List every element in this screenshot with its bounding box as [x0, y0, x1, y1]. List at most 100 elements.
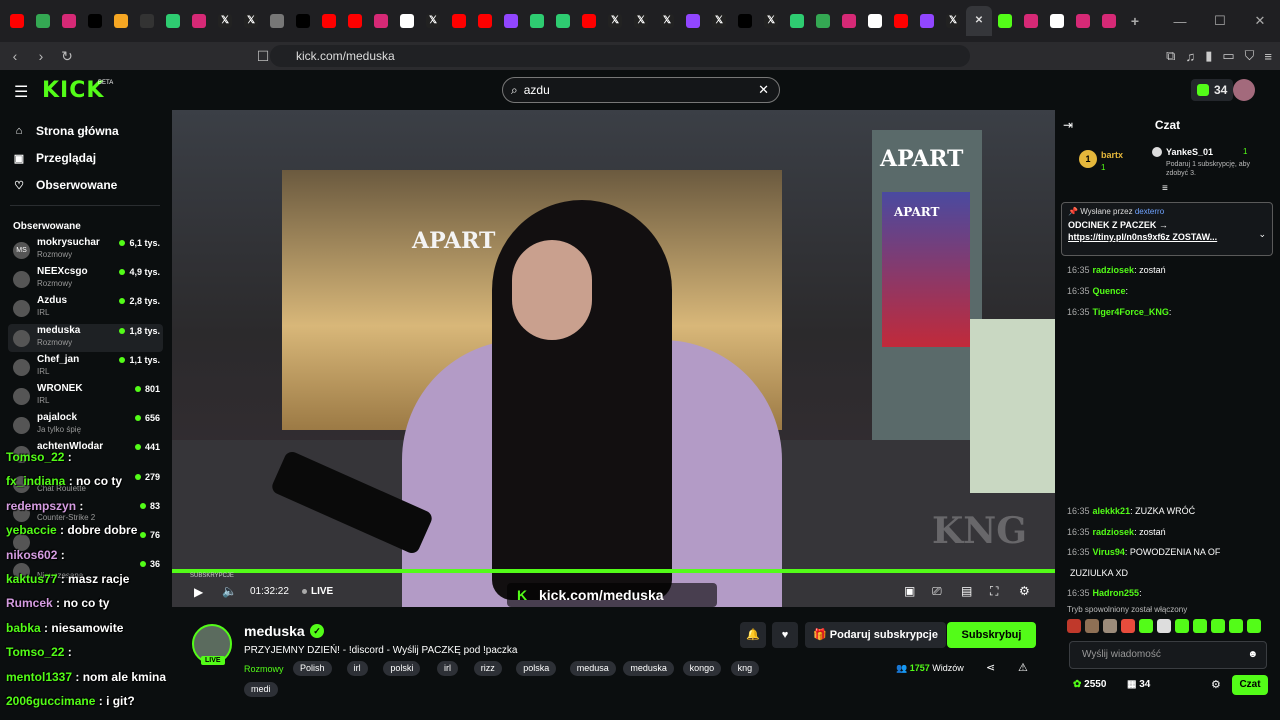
browser-tab[interactable] [472, 6, 498, 36]
new-tab-button[interactable]: + [1122, 6, 1148, 36]
emote-icon[interactable] [1067, 619, 1081, 633]
pip-icon[interactable]: ▤ [961, 584, 972, 598]
hamburger-menu-icon[interactable]: ☰ [14, 82, 28, 102]
leader-name[interactable]: YankeS_01 [1166, 147, 1213, 157]
reload-icon[interactable]: ↻ [56, 48, 78, 65]
kicks-balance[interactable]: 34 [1191, 79, 1234, 101]
menu-icon[interactable]: ≡ [1264, 49, 1272, 64]
stream-tag[interactable]: kng [730, 661, 760, 676]
browser-tab[interactable] [1070, 6, 1096, 36]
settings-icon[interactable]: ⚙ [1019, 584, 1030, 598]
pinned-message[interactable]: 📌 Wysłane przez dexterro ODCINEK Z PACZE… [1061, 202, 1273, 256]
browser-tab[interactable] [56, 6, 82, 36]
stream-tag[interactable]: meduska [623, 661, 674, 676]
emote-icon[interactable] [1139, 619, 1153, 633]
emote-icon[interactable] [1211, 619, 1225, 633]
emote-icon[interactable] [1157, 619, 1171, 633]
theater-mode-icon[interactable]: ▣ [904, 584, 915, 598]
sidebar-item-browse[interactable]: ▣ Przeglądaj [12, 151, 96, 165]
followed-channel[interactable]: Azdus IRL 2,8 tys. [8, 294, 163, 322]
emote-icon[interactable] [1175, 619, 1189, 633]
followed-channel[interactable]: pajalock Ja tylko śpię 656 [8, 411, 163, 439]
browser-tab[interactable] [862, 6, 888, 36]
browser-tab[interactable] [186, 6, 212, 36]
browser-tab[interactable] [160, 6, 186, 36]
browser-tab[interactable] [82, 6, 108, 36]
browser-tab[interactable] [914, 6, 940, 36]
browser-tab[interactable]: ✕ [966, 6, 992, 36]
stream-tag[interactable]: kongo [682, 661, 722, 676]
browser-tab[interactable] [316, 6, 342, 36]
browser-tab[interactable] [498, 6, 524, 36]
sidebar-item-following[interactable]: ♡ Obserwowane [12, 178, 117, 192]
chat-username[interactable]: Quence [1093, 286, 1126, 296]
followed-channel[interactable]: MS mokrysuchar Rozmowy 6,1 tys. [8, 236, 163, 264]
pinned-by-user[interactable]: dexterro [1135, 207, 1164, 216]
shield-icon[interactable]: ⛉ [1245, 48, 1255, 64]
expand-leaderboard-icon[interactable]: ≡ [1162, 183, 1168, 194]
browser-tab[interactable]: 𝕏 [212, 6, 238, 36]
browser-tab[interactable]: 𝕏 [628, 6, 654, 36]
chat-username[interactable]: radziosek [1093, 527, 1135, 537]
browser-tab[interactable] [550, 6, 576, 36]
browser-tab[interactable]: 𝕏 [758, 6, 784, 36]
chat-settings-icon[interactable]: ⚙ [1211, 678, 1221, 691]
browser-tab[interactable] [394, 6, 420, 36]
chat-message[interactable]: 16:35 radziosek: zostań [1067, 527, 1166, 537]
browser-tab[interactable]: 𝕏 [238, 6, 264, 36]
browser-tab[interactable] [342, 6, 368, 36]
notifications-button[interactable]: 🔔 [740, 622, 766, 648]
chat-username[interactable]: Hadron255 [1093, 588, 1140, 598]
browser-tab[interactable] [1044, 6, 1070, 36]
browser-tab[interactable]: 𝕏 [654, 6, 680, 36]
chat-username[interactable]: alekkk21 [1093, 506, 1131, 516]
browser-tab[interactable] [4, 6, 30, 36]
back-icon[interactable]: ‹ [4, 48, 26, 64]
music-icon[interactable]: ♫ [1185, 49, 1195, 64]
emote-icon[interactable] [1247, 619, 1261, 633]
minimize-icon[interactable]: — [1160, 14, 1200, 29]
browser-tab[interactable] [134, 6, 160, 36]
stream-tag[interactable]: irl [437, 661, 458, 676]
sidebar-icon[interactable]: ▮ [1205, 48, 1212, 64]
gift-subs-button[interactable]: 🎁 Podaruj subskrypcje [805, 622, 946, 648]
browser-tab[interactable] [810, 6, 836, 36]
leader-name[interactable]: bartx [1101, 150, 1123, 160]
sidebar-item-home[interactable]: ⌂ Strona główna [12, 124, 119, 138]
browser-tab[interactable] [30, 6, 56, 36]
browser-tab[interactable] [576, 6, 602, 36]
chat-send-button[interactable]: Czat [1232, 675, 1268, 695]
browser-tab[interactable] [992, 6, 1018, 36]
chat-message[interactable]: 16:35 radziosek: zostań [1067, 265, 1166, 275]
followed-channel[interactable]: NEEXcsgo Rozmowy 4,9 tys. [8, 265, 163, 293]
chat-message[interactable]: 16:35 Virus94: POWODZENIA NA OF [1067, 547, 1220, 557]
stream-tag[interactable]: rizz [473, 661, 502, 676]
user-avatar[interactable] [1233, 79, 1255, 101]
stream-tag[interactable]: polska [516, 661, 557, 676]
clip-icon[interactable]: ⎚ [932, 584, 942, 599]
search-input[interactable]: ⌕ azdu ✕ [502, 77, 780, 103]
emote-icon[interactable] [1085, 619, 1099, 633]
browser-tab[interactable] [290, 6, 316, 36]
browser-tab[interactable]: 𝕏 [706, 6, 732, 36]
browser-tab[interactable] [1018, 6, 1044, 36]
chat-message[interactable]: ZUZIULKA XD [1067, 568, 1128, 578]
browser-tab[interactable]: 𝕏 [602, 6, 628, 36]
emote-icon[interactable] [1193, 619, 1207, 633]
url-input[interactable]: kick.com/meduska [270, 45, 970, 67]
chat-message[interactable]: 16:35 Quence: [1067, 286, 1128, 296]
clear-search-icon[interactable]: ✕ [758, 82, 769, 98]
followed-channel[interactable]: meduska Rozmowy 1,8 tys. [8, 323, 163, 352]
subscribe-button[interactable]: Subskrybuj [947, 622, 1036, 648]
stream-tag[interactable]: polski [383, 661, 421, 676]
chat-username[interactable]: Virus94 [1093, 547, 1125, 557]
chat-username[interactable]: Tiger4Force_KNG [1093, 307, 1169, 317]
browser-tab[interactable] [368, 6, 394, 36]
video-player[interactable]: APART APART APART KNG kick.com/meduska [172, 110, 1055, 607]
browser-tab[interactable] [1096, 6, 1122, 36]
browser-tab[interactable] [836, 6, 862, 36]
fullscreen-icon[interactable]: ⛶ [990, 584, 998, 599]
chat-message-input[interactable]: Wyślij wiadomość ☻ [1069, 641, 1267, 669]
browser-tab[interactable]: 𝕏 [940, 6, 966, 36]
kick-logo[interactable]: KICK [42, 78, 104, 103]
